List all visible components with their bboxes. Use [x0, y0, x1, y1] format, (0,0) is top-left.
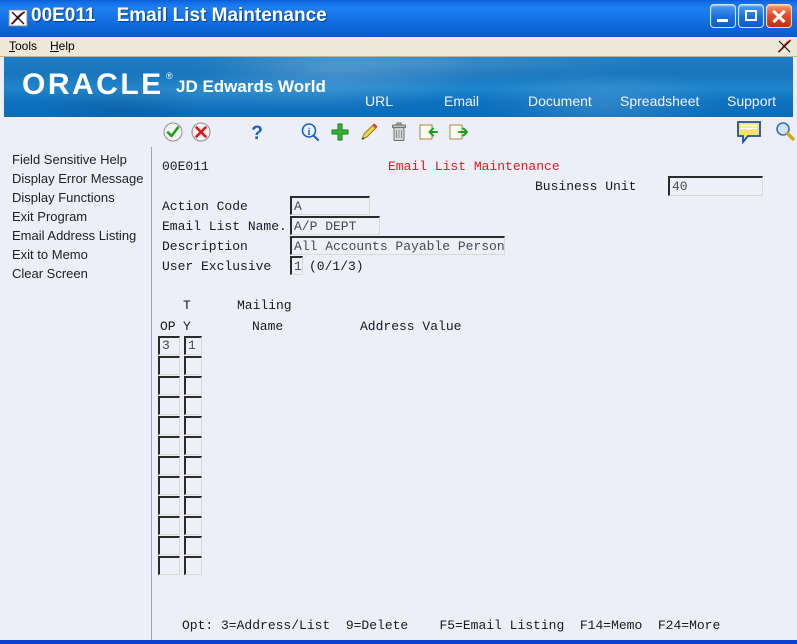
banner-link-email[interactable]: Email — [444, 93, 479, 109]
grid-cell-op[interactable] — [158, 476, 180, 495]
action-code-label: Action Code — [162, 199, 248, 214]
grid-cell-type[interactable]: 1 — [184, 336, 202, 355]
menu-bar: Tools Help — [0, 37, 797, 57]
window-title-text: Email List Maintenance — [116, 5, 327, 26]
minimize-button[interactable] — [710, 4, 736, 28]
grid-cell-type[interactable] — [184, 436, 202, 455]
grid-cell-op[interactable] — [158, 396, 180, 415]
banner-link-row: URL Email Document Spreadsheet Support — [4, 93, 793, 115]
grid-cell-type[interactable] — [184, 376, 202, 395]
sidebar-item-display-error-message[interactable]: Display Error Message — [12, 171, 144, 187]
menu-tools-label: ools — [15, 39, 38, 53]
description-label: Description — [162, 239, 248, 254]
email-list-name-label: Email List Name. — [162, 219, 287, 234]
sidebar-item-exit-program[interactable]: Exit Program — [12, 209, 87, 225]
grid-cell-type[interactable] — [184, 556, 202, 575]
svg-text:?: ? — [251, 123, 263, 143]
grid-cell-op[interactable] — [158, 536, 180, 555]
user-exclusive-input[interactable]: 1 — [290, 256, 303, 275]
delete-trash-icon[interactable] — [388, 121, 410, 143]
grid-cell-op[interactable] — [158, 376, 180, 395]
grid-cell-op[interactable] — [158, 496, 180, 515]
memo-note-icon[interactable] — [736, 119, 762, 145]
grid-cell-op[interactable] — [158, 416, 180, 435]
user-exclusive-label: User Exclusive — [162, 259, 272, 274]
bottom-status-bar — [0, 640, 797, 644]
menu-help-label: elp — [58, 39, 75, 53]
export-arrow-icon[interactable] — [447, 121, 469, 143]
window-controls — [710, 4, 792, 28]
accept-check-icon[interactable] — [162, 121, 184, 143]
grid-cell-type[interactable] — [184, 516, 202, 535]
window-program-id: 00E011 — [31, 5, 96, 26]
page-title: Email List Maintenance — [388, 159, 560, 174]
edit-pencil-icon[interactable] — [358, 121, 380, 143]
menubar-jde-logo-icon — [776, 38, 793, 55]
toolbar: ? i — [4, 117, 796, 148]
grid-header-op: OP — [160, 319, 176, 334]
banner-link-url[interactable]: URL — [365, 93, 393, 109]
grid-header-type-line2: Y — [183, 319, 191, 334]
banner-link-spreadsheet[interactable]: Spreadsheet — [620, 93, 699, 109]
window-title: 00E011 Email List Maintenance — [31, 5, 327, 27]
application-window: 00E011 Email List Maintenance Tools Help… — [0, 0, 797, 644]
close-button[interactable] — [766, 4, 792, 28]
grid-cell-op[interactable] — [158, 556, 180, 575]
banner-link-support[interactable]: Support — [727, 93, 776, 109]
business-unit-label: Business Unit — [535, 179, 637, 194]
search-magnifier-icon[interactable] — [774, 120, 796, 142]
form-program-id: 00E011 — [162, 159, 209, 174]
title-bar: 00E011 Email List Maintenance — [0, 0, 797, 38]
cancel-x-icon[interactable] — [190, 121, 212, 143]
jde-logo-icon — [8, 8, 28, 28]
grid-cell-type[interactable] — [184, 416, 202, 435]
sidebar: Field Sensitive Help Display Error Messa… — [4, 147, 152, 640]
grid-cell-type[interactable] — [184, 356, 202, 375]
grid-cell-type[interactable] — [184, 396, 202, 415]
grid-cell-op[interactable] — [158, 436, 180, 455]
grid-header-type-line1: T — [183, 298, 191, 313]
sidebar-item-clear-screen[interactable]: Clear Screen — [12, 266, 88, 282]
user-exclusive-hint: (0/1/3) — [309, 259, 364, 274]
email-list-name-input[interactable]: A/P DEPT — [290, 216, 380, 235]
grid-cell-op[interactable] — [158, 516, 180, 535]
info-magnifier-icon[interactable]: i — [299, 121, 321, 143]
grid-cell-type[interactable] — [184, 476, 202, 495]
svg-text:i: i — [308, 127, 311, 138]
grid-cell-op[interactable] — [158, 456, 180, 475]
grid-header-address-value: Address Value — [360, 319, 462, 334]
description-input[interactable]: All Accounts Payable Personne — [290, 236, 505, 255]
grid-cell-type[interactable] — [184, 536, 202, 555]
sidebar-item-email-address-listing[interactable]: Email Address Listing — [12, 228, 136, 244]
grid-header-mailing: Mailing — [237, 298, 292, 313]
add-plus-icon[interactable] — [329, 121, 351, 143]
function-key-hints: Opt: 3=Address/List 9=Delete F5=Email Li… — [182, 618, 721, 633]
grid-cell-op[interactable] — [158, 356, 180, 375]
business-unit-input[interactable]: 40 — [668, 176, 763, 196]
import-arrow-icon[interactable] — [417, 121, 439, 143]
action-code-input[interactable]: A — [290, 196, 370, 215]
grid-cell-type[interactable] — [184, 456, 202, 475]
form-panel: 00E011 Email List Maintenance Business U… — [152, 147, 793, 640]
grid-cell-type[interactable] — [184, 496, 202, 515]
banner-link-document[interactable]: Document — [528, 93, 592, 109]
help-question-icon[interactable]: ? — [246, 121, 268, 143]
menu-item-help[interactable]: Help — [46, 39, 79, 54]
menu-item-tools[interactable]: Tools — [5, 39, 41, 54]
sidebar-item-exit-to-memo[interactable]: Exit to Memo — [12, 247, 88, 263]
grid-header-name: Name — [252, 319, 284, 334]
oracle-banner: ORACLE ® JD Edwards World URL Email Docu… — [4, 57, 793, 117]
sidebar-item-field-sensitive-help[interactable]: Field Sensitive Help — [12, 152, 127, 168]
registered-mark: ® — [166, 71, 173, 81]
sidebar-item-display-functions[interactable]: Display Functions — [12, 190, 115, 206]
maximize-button[interactable] — [738, 4, 764, 28]
grid-cell-op[interactable]: 3 — [158, 336, 180, 355]
